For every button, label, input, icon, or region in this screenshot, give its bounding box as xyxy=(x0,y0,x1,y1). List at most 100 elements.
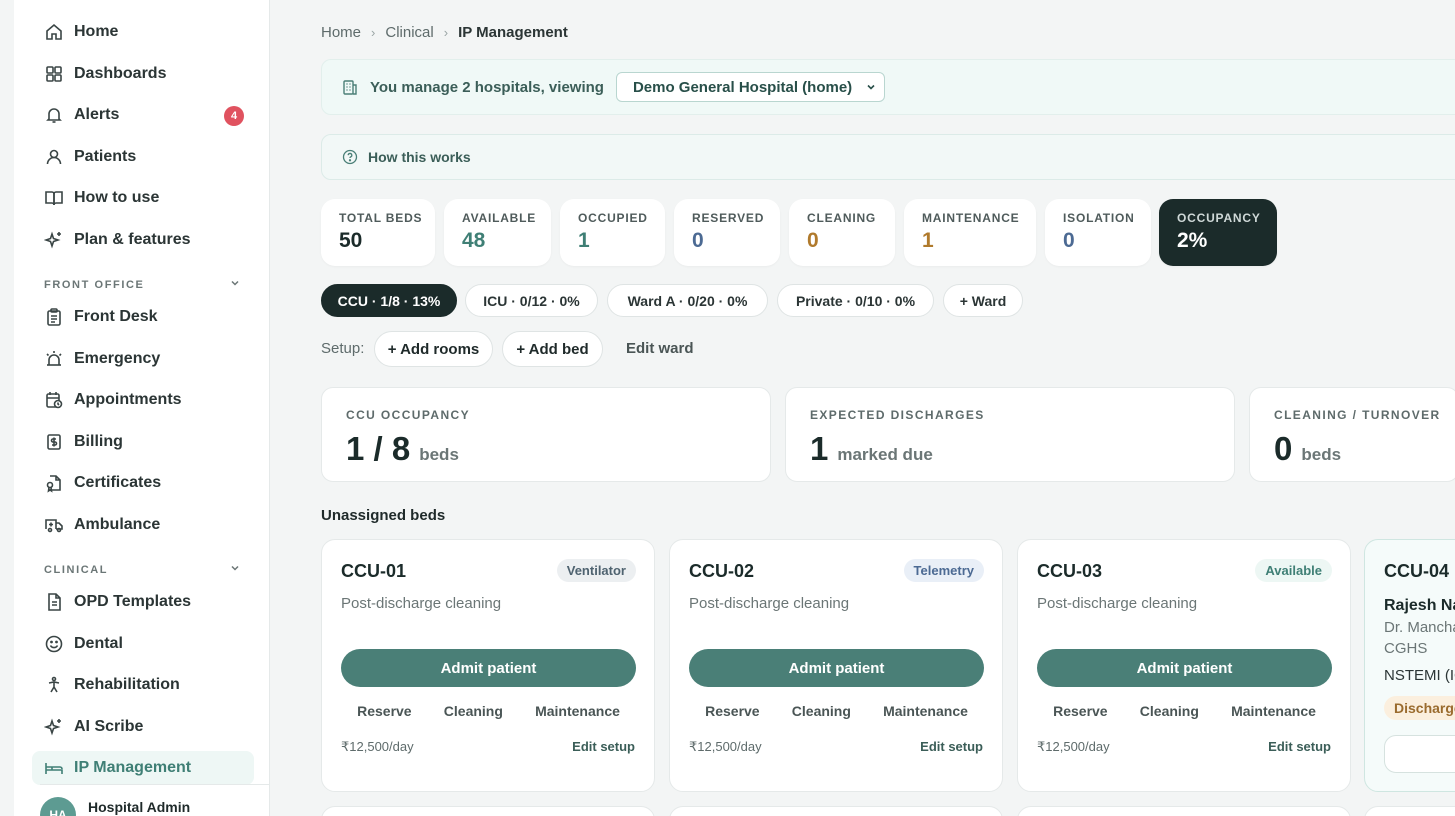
sidebar-item-emergency[interactable]: Emergency xyxy=(32,342,254,376)
building-icon xyxy=(340,77,360,97)
cleaning-button[interactable]: Cleaning xyxy=(792,703,851,719)
ward-chip-ccu[interactable]: CCU · 1/8 · 13% xyxy=(321,284,457,317)
bed-tag: Telemetry xyxy=(903,559,984,582)
bed-status: Post-discharge cleaning xyxy=(341,595,502,612)
doctor-name: Dr. Mancha xyxy=(1384,619,1455,636)
edit-setup-button[interactable]: Edit setup xyxy=(572,739,635,754)
sidebar-item-opd-templates[interactable]: OPD Templates xyxy=(32,585,254,619)
reserve-button[interactable]: Reserve xyxy=(1053,703,1108,719)
bed-name: CCU-03 xyxy=(1037,561,1103,581)
sidebar-item-appointments[interactable]: Appointments xyxy=(32,383,254,417)
sidebar-item-patients[interactable]: Patients xyxy=(32,140,254,174)
edit-ward-button[interactable]: Edit ward xyxy=(626,340,694,357)
hospital-select[interactable]: Demo General Hospital (home) xyxy=(615,72,885,102)
diagnosis: NSTEMI (IC xyxy=(1384,667,1455,684)
file-text-icon xyxy=(42,590,66,614)
sidebar-item-billing[interactable]: Billing xyxy=(32,425,254,459)
calendar-clock-icon xyxy=(42,388,66,412)
stat-total-beds: TOTAL BEDS 50 xyxy=(321,199,435,266)
bed-card xyxy=(1017,806,1351,816)
sparkles-icon xyxy=(42,228,66,252)
stat-occupancy: OCCUPANCY 2% xyxy=(1159,199,1277,266)
stat-available: AVAILABLE 48 xyxy=(444,199,551,266)
sidebar-item-how-to-use[interactable]: How to use xyxy=(32,181,254,215)
sidebar-item-dental[interactable]: Dental xyxy=(32,627,254,661)
sidebar-item-label: How to use xyxy=(74,189,160,206)
stat-occupied: OCCUPIED 1 xyxy=(560,199,665,266)
ward-chip-icu[interactable]: ICU · 0/12 · 0% xyxy=(465,284,598,317)
summary-ccu-occupancy: CCU OCCUPANCY 1 / 8 beds xyxy=(321,387,771,482)
clipboard-icon xyxy=(42,305,66,329)
user-icon xyxy=(42,145,66,169)
hospital-count-text: You manage 2 hospitals, viewing xyxy=(370,78,604,96)
grid-icon xyxy=(42,62,66,86)
edit-setup-button[interactable]: Edit setup xyxy=(920,739,983,754)
maintenance-button[interactable]: Maintenance xyxy=(883,703,968,719)
sidebar-item-label: Front Desk xyxy=(74,308,158,325)
breadcrumb-clinical[interactable]: Clinical xyxy=(385,24,433,41)
sidebar-item-label: Ambulance xyxy=(74,516,161,533)
bed-tag: Ventilator xyxy=(556,559,636,582)
sidebar-item-home[interactable]: Home xyxy=(32,15,254,49)
reserve-button[interactable]: Reserve xyxy=(705,703,760,719)
chevron-right-icon: › xyxy=(443,25,449,40)
cleaning-button[interactable]: Cleaning xyxy=(1140,703,1199,719)
bell-icon xyxy=(42,103,66,127)
sidebar-item-ip-management[interactable]: IP Management xyxy=(32,751,254,785)
chevron-right-icon: › xyxy=(371,25,376,40)
sidebar-item-label: AI Scribe xyxy=(74,718,144,735)
admit-patient-button[interactable]: Admit patient xyxy=(1037,649,1332,687)
sidebar-item-ambulance[interactable]: Ambulance xyxy=(32,508,254,542)
sidebar-item-alerts[interactable]: Alerts 4 xyxy=(32,98,254,132)
bed-card: CCU-02 Telemetry Post-discharge cleaning… xyxy=(669,539,1003,792)
admit-patient-button[interactable]: Admit patient xyxy=(341,649,636,687)
summary-cleaning-turnover: CLEANING / TURNOVER 0 beds xyxy=(1249,387,1455,482)
patient-name[interactable]: Rajesh Na xyxy=(1384,597,1455,615)
sidebar-item-label: Emergency xyxy=(74,350,161,367)
accessibility-icon xyxy=(42,673,66,697)
stat-isolation: ISOLATION 0 xyxy=(1045,199,1151,266)
reserve-button[interactable]: Reserve xyxy=(357,703,412,719)
sidebar-item-front-desk[interactable]: Front Desk xyxy=(32,300,254,334)
sidebar-item-label: Plan & features xyxy=(74,231,191,248)
cleaning-button[interactable]: Cleaning xyxy=(444,703,503,719)
breadcrumb-current: IP Management xyxy=(458,24,568,41)
alerts-count-badge: 4 xyxy=(224,106,244,126)
sidebar-item-label: Home xyxy=(74,23,119,40)
bed-tag: Available xyxy=(1255,559,1332,582)
ward-chip-private[interactable]: Private · 0/10 · 0% xyxy=(777,284,934,317)
add-rooms-button[interactable]: + Add rooms xyxy=(374,331,493,367)
sidebar-item-label: Patients xyxy=(74,148,137,165)
bed-icon xyxy=(42,756,66,780)
section-clinical[interactable]: CLINICAL xyxy=(44,563,240,576)
home-icon xyxy=(42,20,66,44)
user-profile[interactable]: HA Hospital Admin xyxy=(40,784,270,816)
help-circle-icon xyxy=(342,149,358,165)
siren-icon xyxy=(42,347,66,371)
bed-card-occupied[interactable]: CCU-04 Rajesh Na Dr. Mancha CGHS NSTEMI … xyxy=(1364,539,1455,792)
sidebar-item-plan-features[interactable]: Plan & features xyxy=(32,223,254,257)
sidebar-item-ai-scribe[interactable]: AI Scribe xyxy=(32,710,254,744)
add-bed-button[interactable]: + Add bed xyxy=(502,331,603,367)
sidebar-item-certificates[interactable]: Certificates xyxy=(32,466,254,500)
ward-chip-ward-a[interactable]: Ward A · 0/20 · 0% xyxy=(607,284,768,317)
maintenance-button[interactable]: Maintenance xyxy=(1231,703,1316,719)
receipt-icon xyxy=(42,430,66,454)
stat-maintenance: MAINTENANCE 1 xyxy=(904,199,1036,266)
section-front-office[interactable]: FRONT OFFICE xyxy=(44,278,240,291)
bed-action-button[interactable] xyxy=(1384,735,1455,773)
bed-status: Post-discharge cleaning xyxy=(1037,595,1198,612)
add-ward-button[interactable]: + Ward xyxy=(943,284,1023,317)
file-badge-icon xyxy=(42,471,66,495)
maintenance-button[interactable]: Maintenance xyxy=(535,703,620,719)
stat-reserved: RESERVED 0 xyxy=(674,199,780,266)
admit-patient-button[interactable]: Admit patient xyxy=(689,649,984,687)
sidebar-item-dashboards[interactable]: Dashboards xyxy=(32,57,254,91)
how-this-works-toggle[interactable]: How this works xyxy=(321,134,1455,180)
breadcrumb-home[interactable]: Home xyxy=(321,24,361,41)
edit-setup-button[interactable]: Edit setup xyxy=(1268,739,1331,754)
sidebar-item-rehabilitation[interactable]: Rehabilitation xyxy=(32,668,254,702)
sidebar-item-label: Rehabilitation xyxy=(74,676,180,693)
chevron-down-icon xyxy=(864,80,878,98)
bed-card xyxy=(669,806,1003,816)
